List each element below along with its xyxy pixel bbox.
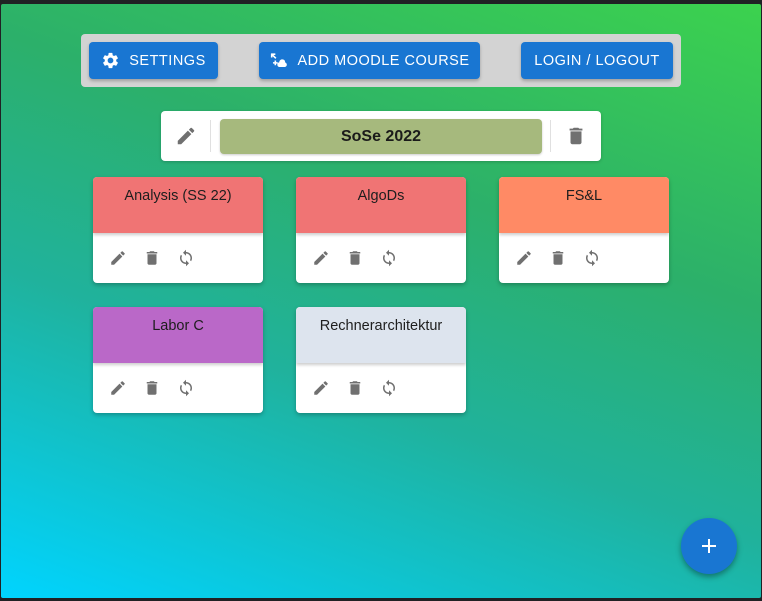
add-course-icon [271,53,288,67]
course-card[interactable]: AlgoDs [296,177,466,283]
course-actions [296,363,466,413]
trash-icon[interactable] [565,125,587,147]
semester-bar: SoSe 2022 [161,111,601,161]
top-toolbar: SETTINGS ADD MOODLE COURSE LOGIN / LOGOU… [81,34,681,87]
pencil-icon[interactable] [109,379,127,397]
pencil-icon[interactable] [312,379,330,397]
sync-icon[interactable] [177,249,195,267]
add-moodle-course-label: ADD MOODLE COURSE [297,52,470,69]
course-title[interactable]: AlgoDs [296,177,466,233]
course-title[interactable]: Analysis (SS 22) [93,177,263,233]
settings-label: SETTINGS [129,52,206,69]
sync-icon[interactable] [583,249,601,267]
app-background [1,4,761,598]
settings-button[interactable]: SETTINGS [89,42,218,79]
add-fab-button[interactable] [681,518,737,574]
sync-icon[interactable] [177,379,195,397]
course-title[interactable]: Labor C [93,307,263,363]
course-actions [93,233,263,283]
pencil-icon[interactable] [109,249,127,267]
course-title[interactable]: Rechnerarchitektur [296,307,466,363]
pencil-icon[interactable] [175,125,197,147]
trash-icon[interactable] [346,249,364,267]
gear-icon [103,52,119,69]
plus-icon [702,539,716,553]
course-card[interactable]: FS&L [499,177,669,283]
login-logout-button[interactable]: LOGIN / LOGOUT [521,42,673,79]
course-card[interactable]: Analysis (SS 22) [93,177,263,283]
trash-icon[interactable] [143,249,161,267]
pencil-icon[interactable] [312,249,330,267]
pencil-icon[interactable] [515,249,533,267]
sync-icon[interactable] [380,249,398,267]
course-card[interactable]: Rechnerarchitektur [296,307,466,413]
course-actions [296,233,466,283]
trash-icon[interactable] [346,379,364,397]
trash-icon[interactable] [143,379,161,397]
course-actions [499,233,669,283]
trash-icon[interactable] [549,249,567,267]
login-logout-label: LOGIN / LOGOUT [534,52,660,69]
add-moodle-course-button[interactable]: ADD MOODLE COURSE [259,42,480,79]
course-title[interactable]: FS&L [499,177,669,233]
course-actions [93,363,263,413]
divider [210,120,211,152]
divider [550,120,551,152]
semester-title[interactable]: SoSe 2022 [220,119,542,154]
course-card[interactable]: Labor C [93,307,263,413]
sync-icon[interactable] [380,379,398,397]
